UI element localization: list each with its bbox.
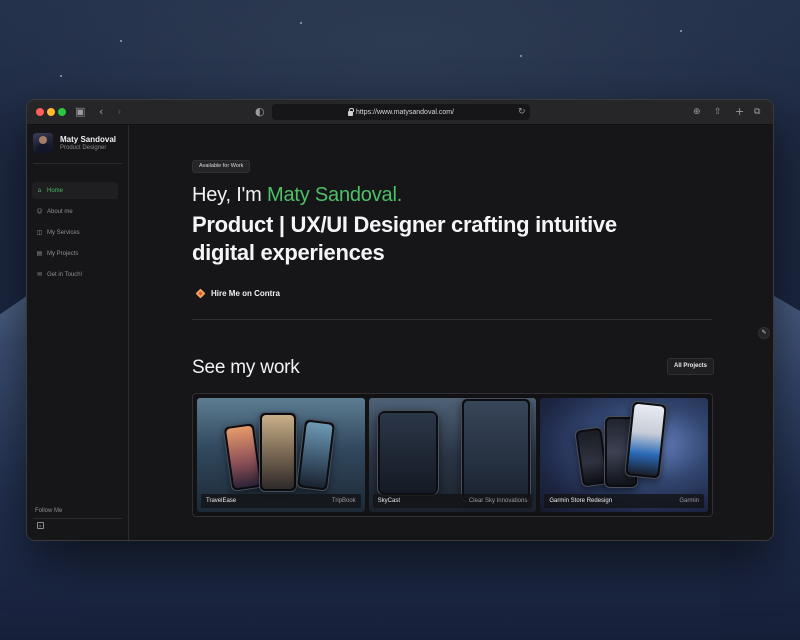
privacy-shield-icon[interactable]: ◐ <box>255 104 265 120</box>
project-title: TravelEase <box>206 498 237 504</box>
sidebar-item-label: Home <box>47 187 64 194</box>
share-icon[interactable]: ⇧ <box>714 104 722 120</box>
home-icon: ⌂ <box>37 187 42 194</box>
forward-icon[interactable]: › <box>117 104 121 120</box>
sidebar-item-services[interactable]: ◫ My Services <box>32 224 118 241</box>
phone-mockup <box>460 398 531 502</box>
hero-headline: Product | UX/UI Designer crafting intuit… <box>192 212 617 265</box>
projects-icon: ▤ <box>36 250 43 257</box>
phone-mockup <box>259 412 297 492</box>
project-card-skycast[interactable]: SkyCast Clear Sky Innovations <box>368 398 537 512</box>
work-section-title: See my work <box>192 357 300 378</box>
hire-me-button[interactable]: Hire Me on Contra <box>196 287 280 299</box>
star <box>60 75 62 77</box>
phone-mockup <box>376 410 439 496</box>
project-client: Garmin <box>679 498 700 504</box>
profile-card[interactable]: Maty Sandoval Product Designer <box>33 133 123 163</box>
project-title: SkyCast <box>377 498 401 504</box>
profile-role: Product Designer <box>60 145 107 151</box>
all-projects-button[interactable]: All Projects <box>667 358 715 375</box>
services-icon: ◫ <box>36 229 43 236</box>
sidebar-item-label: My Projects <box>47 250 79 257</box>
greeting-text: Hey, I'm <box>192 184 267 206</box>
mail-icon: ✉ <box>36 271 43 278</box>
browser-toolbar: ▣ ‹ › ◐ https://www.matysandoval.com/ ↻ … <box>27 100 773 125</box>
close-window-button[interactable] <box>36 108 44 116</box>
minimize-window-button[interactable] <box>47 108 55 116</box>
browser-window: ▣ ‹ › ◐ https://www.matysandoval.com/ ↻ … <box>26 99 774 541</box>
sidebar-item-home[interactable]: ⌂ Home <box>32 182 118 199</box>
project-client: TripBook <box>331 498 356 504</box>
follow-label: Follow Me <box>35 508 63 514</box>
sidebar-divider <box>33 518 122 519</box>
tab-overview-icon[interactable]: ⧉ <box>754 104 760 120</box>
star <box>680 30 682 32</box>
project-card-garmin[interactable]: Garmin Store Redesign Garmin <box>540 398 709 512</box>
address-bar[interactable]: https://www.matysandoval.com/ <box>272 104 530 120</box>
phone-mockup <box>295 418 337 492</box>
user-icon: ☺ <box>36 208 43 215</box>
sidebar-nav: ⌂ Home ☺ About me ◫ My Services ▤ My Pro… <box>32 182 118 287</box>
project-card-footer: TravelEase TripBook <box>201 494 361 508</box>
phone-mockup <box>624 400 669 480</box>
project-title: Garmin Store Redesign <box>549 498 613 504</box>
contra-logo-icon <box>196 289 205 298</box>
hire-me-label: Hire Me on Contra <box>211 288 280 298</box>
section-divider <box>192 319 712 320</box>
download-icon[interactable]: ⊕ <box>693 104 701 120</box>
reload-icon[interactable]: ↻ <box>518 104 526 120</box>
new-tab-icon[interactable]: + <box>735 104 744 120</box>
zoom-window-button[interactable] <box>58 108 66 116</box>
avatar <box>33 133 53 153</box>
lock-icon <box>347 107 354 116</box>
project-card-travelease[interactable]: TravelEase TripBook <box>197 398 365 512</box>
main-content: Available for Work Hey, I'm Maty Sandova… <box>130 125 773 540</box>
project-client: Clear Sky Innovations <box>468 498 528 504</box>
project-card-footer: Garmin Store Redesign Garmin <box>544 494 705 508</box>
star <box>120 40 122 42</box>
edit-icon[interactable]: ✎ <box>758 327 770 339</box>
phone-mockup <box>222 422 264 492</box>
sidebar: Maty Sandoval Product Designer ⌂ Home ☺ … <box>27 125 129 540</box>
sidebar-item-label: Get in Touch! <box>47 271 83 278</box>
availability-badge: Available for Work <box>192 160 251 173</box>
sidebar-item-contact[interactable]: ✉ Get in Touch! <box>32 266 118 283</box>
profile-name: Maty Sandoval <box>60 135 117 144</box>
hero-name: Maty Sandoval. <box>267 184 403 206</box>
star <box>520 55 522 57</box>
projects-grid: TravelEase TripBook SkyCast Clear Sky In… <box>192 393 713 517</box>
back-icon[interactable]: ‹ <box>99 104 103 120</box>
wallpaper-ground <box>0 545 800 640</box>
sidebar-toggle-icon[interactable]: ▣ <box>75 104 85 120</box>
sidebar-item-label: About me <box>47 208 73 215</box>
sidebar-item-label: My Services <box>47 229 80 236</box>
project-card-footer: SkyCast Clear Sky Innovations <box>372 494 533 508</box>
social-link-icon[interactable]: ▸ <box>37 522 44 529</box>
star <box>300 22 302 24</box>
sidebar-item-about[interactable]: ☺ About me <box>32 203 118 220</box>
url-text: https://www.matysandoval.com/ <box>355 108 455 116</box>
sidebar-divider <box>33 163 122 164</box>
hero-greeting: Hey, I'm Maty Sandoval. <box>192 184 402 207</box>
sidebar-item-projects[interactable]: ▤ My Projects <box>32 245 118 262</box>
